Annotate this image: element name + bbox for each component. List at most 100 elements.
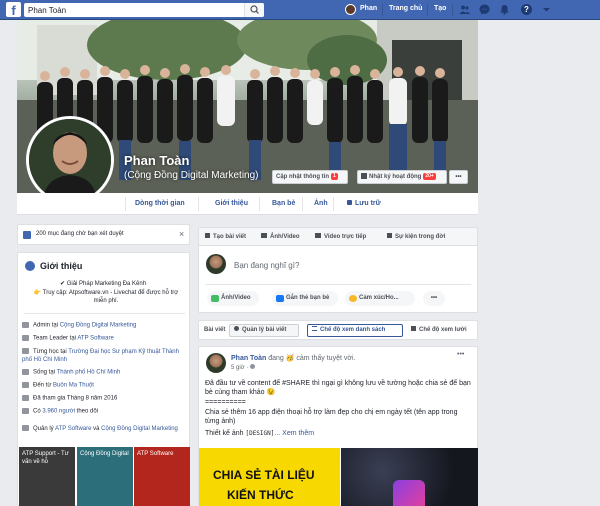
tab-archive[interactable]: Lưu trữ [347,200,381,207]
friends-icon[interactable] [459,4,470,15]
dropdown-icon[interactable] [541,4,552,15]
intro-row-link[interactable]: Cộng Đồng Digital Marketing [60,323,137,329]
intro-row-education: Từng học tại Trường Đại học Sư phạm Kỹ t… [22,348,182,364]
tab-about[interactable]: Giới thiệu [215,200,248,207]
post-options-button[interactable]: ••• [457,351,464,358]
composer-more-button[interactable]: ••• [423,291,445,306]
tab-friends[interactable]: Bạn bè [272,200,295,207]
intro-row-work: Admin tại Cộng Đồng Digital Marketing [22,322,136,329]
composer-tab-life-event[interactable]: Sự kiện trong đời [387,233,445,240]
list-view-label: Chế độ xem danh sách [320,327,386,333]
post-image-banner[interactable]: CHIA SẺ TÀI LIỆU KIẾN THỨC [199,448,340,506]
bio-divider [24,313,185,314]
globe-icon [249,364,255,369]
user-avatar[interactable] [345,4,356,15]
post-card: Phan Toàn đang 🥳 cảm thấy tuyệt vời. 5 g… [198,346,478,506]
feeling-button[interactable]: Cảm xúc/Ho... [345,291,415,306]
smiley-icon [349,295,357,302]
intro-row-followers: Có 3.960 người theo dõi [22,408,98,415]
composer-tab-create[interactable]: Tạo bài viết [205,233,246,240]
update-info-badge: 1 [331,172,338,180]
graduation-cap-icon [22,348,29,355]
tag-friends-button[interactable]: Gắn thẻ bạn bè [272,291,338,306]
pending-text: 200 mục đang chờ bạn xét duyệt [36,231,124,237]
more-options-button[interactable]: ••• [449,170,468,184]
profile-subtitle: (Cộng Đồng Digital Marketing) [124,170,259,181]
intro-row-lives: Sống tại Thành phố Hồ Chí Minh [22,369,120,376]
camera-icon [261,233,267,238]
profile-link[interactable]: Phan [360,5,377,12]
messenger-icon[interactable] [479,4,490,15]
composer-tab-photo[interactable]: Ảnh/Video [261,233,300,240]
post-body-4: Thiết kế ảnh [DESIGN]... Xem thêm [205,430,314,437]
post-time[interactable]: 5 giờ · [231,365,250,371]
intro-row-link[interactable]: ATP Software [55,426,91,432]
profile-picture[interactable] [26,116,114,204]
post-body-3: Chia sẻ thêm 16 app điện thoại hỗ trợ là… [205,409,458,425]
page-thumbnail[interactable]: ATP Support - Tư vấn về hỗ [19,447,75,506]
notifications-icon[interactable] [499,4,510,15]
intro-row-link[interactable]: Buôn Ma Thuột [53,383,94,389]
search-button[interactable] [244,3,264,17]
pending-icon [23,231,31,239]
flag-icon [387,233,392,238]
search-input[interactable] [28,4,238,16]
composer-tab-label: Video trực tiếp [324,234,367,240]
profile-photo [29,119,111,201]
pending-review-card[interactable]: 200 mục đang chờ bạn xét duyệt × [17,224,190,245]
tab-archive-label: Lưu trữ [355,200,381,207]
posts-label: Bài viết [204,327,226,333]
create-link[interactable]: Tạo [434,5,446,12]
activity-log-button[interactable]: Nhật ký hoạt động 20+ [357,170,447,184]
intro-row-link[interactable]: 3.960 người [42,409,75,415]
page-thumbnail[interactable]: Cộng Đồng Digital [77,447,133,506]
post-image-app[interactable] [341,448,478,506]
clock-icon [22,395,29,401]
home-link[interactable]: Trang chủ [389,5,422,12]
profile-name[interactable]: Phan Toàn [124,153,189,168]
page-thumbnail-title: ATP Support - Tư vấn về hỗ [22,451,69,465]
banner-line-1: CHIA SẺ TÀI LIỆU [213,468,315,482]
tab-photos[interactable]: Ảnh [314,200,328,207]
composer-tab-live[interactable]: Video trực tiếp [315,233,366,240]
intro-row-text: Team Leader tại [33,335,78,342]
manage-posts-button[interactable]: Quản lý bài viết [229,324,299,337]
grid-view-button[interactable]: Chế độ xem lưới [407,324,475,337]
lock-icon [347,200,352,205]
post-avatar[interactable] [206,353,226,373]
tab-timeline[interactable]: Dòng thời gian [135,200,185,207]
grid-icon [411,326,416,331]
close-icon[interactable]: × [179,229,184,239]
intro-row-link[interactable]: Cộng Đồng Digital Marketing [101,426,178,432]
help-icon[interactable]: ? [521,4,532,15]
post-feeling: đang 🥳 cảm thấy tuyệt vời. [266,355,356,362]
update-info-button[interactable]: Cập nhật thông tin 1 [272,170,348,184]
feeling-label: Cảm xúc/Ho... [359,295,399,301]
post-header: Phan Toàn đang 🥳 cảm thấy tuyệt vời. [231,354,355,362]
activity-log-label: Nhật ký hoạt động [369,174,422,180]
post-meta: 5 giờ · [231,364,255,371]
list-icon [312,326,317,331]
nav-divider [452,4,453,16]
see-more-link[interactable]: ... Xem thêm [274,430,314,437]
page-thumbnail-title: ATP Software [137,451,174,457]
tab-divider [125,197,126,211]
search-box[interactable] [24,3,264,17]
intro-row-link[interactable]: Thành phố Hồ Chí Minh [57,370,121,376]
post-author[interactable]: Phan Toàn [231,355,266,362]
intro-row-text: và [91,426,102,432]
location-pin-icon [22,382,29,388]
list-view-button[interactable]: Chế độ xem danh sách [307,324,403,337]
facebook-logo[interactable]: f [6,2,21,18]
composer-placeholder[interactable]: Bạn đang nghĩ gì? [234,261,299,270]
home-icon [22,369,29,375]
briefcase-icon [22,335,29,341]
photo-video-button[interactable]: Ảnh/Video [207,291,259,306]
intro-row-link[interactable]: ATP Software [77,336,113,342]
tab-divider [302,197,303,211]
intro-row-text: Từng học tại [33,349,69,355]
intro-row-joined: Đã tham gia Tháng 8 năm 2016 [22,395,117,402]
intro-row-text: Đã tham gia Tháng 8 năm 2016 [33,395,118,402]
page-thumbnail[interactable]: ATP Software [134,447,190,506]
briefcase-icon [22,322,29,328]
